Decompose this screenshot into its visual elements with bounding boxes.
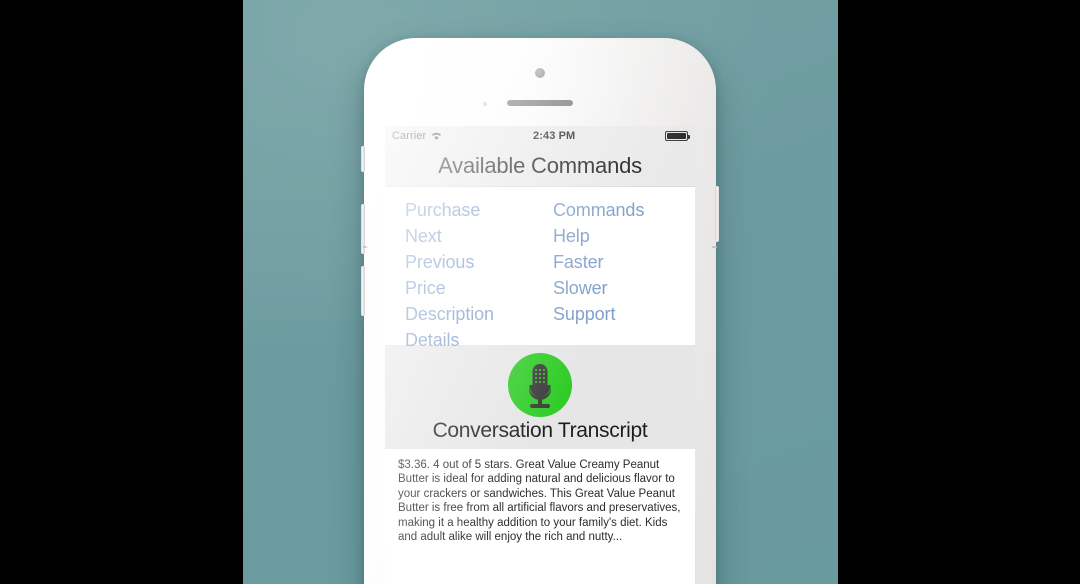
- screenshot-stage: Carrier 2:43 PM Available Commands Purch…: [0, 0, 1080, 584]
- volume-down-button[interactable]: [361, 266, 365, 316]
- letterbox-bar-right: [838, 0, 1080, 584]
- command-item-price[interactable]: Price: [405, 275, 547, 301]
- power-button[interactable]: [715, 186, 719, 242]
- command-item-help[interactable]: Help: [553, 223, 695, 249]
- antenna-band-left: [363, 246, 368, 248]
- conversation-transcript-header: Conversation Transcript: [385, 345, 695, 449]
- battery-full-icon: [665, 131, 690, 141]
- command-item-support[interactable]: Support: [553, 301, 695, 327]
- antenna-band-right: [712, 246, 717, 248]
- phone-screen: Carrier 2:43 PM Available Commands Purch…: [385, 126, 695, 584]
- earpiece-speaker: [507, 100, 573, 106]
- commands-column-right: Commands Help Faster Slower Support: [547, 197, 695, 335]
- transcript-section-title: Conversation Transcript: [432, 419, 648, 442]
- command-item-details[interactable]: Details: [405, 327, 547, 353]
- carrier-label: Carrier: [392, 130, 427, 142]
- status-bar: Carrier 2:43 PM: [385, 126, 695, 146]
- microphone-icon[interactable]: [508, 353, 572, 417]
- available-commands-panel: Purchase Next Previous Price Description…: [385, 187, 695, 350]
- mute-switch-button[interactable]: [361, 146, 365, 172]
- status-bar-left: Carrier: [392, 130, 443, 142]
- page-title: Available Commands: [438, 153, 642, 178]
- phone-device-frame: Carrier 2:43 PM Available Commands Purch…: [361, 38, 719, 584]
- front-camera-icon: [535, 68, 545, 78]
- command-item-previous[interactable]: Previous: [405, 249, 547, 275]
- command-item-commands[interactable]: Commands: [553, 197, 695, 223]
- command-item-next[interactable]: Next: [405, 223, 547, 249]
- battery-fill: [667, 133, 686, 139]
- proximity-sensor-icon: [483, 102, 487, 106]
- navigation-bar: Available Commands: [385, 146, 695, 187]
- status-bar-right: [665, 131, 690, 141]
- commands-column-left: Purchase Next Previous Price Description…: [385, 197, 547, 350]
- microphone-glyph: [529, 364, 551, 408]
- status-bar-time: 2:43 PM: [533, 130, 576, 142]
- letterbox-bar-left: [0, 0, 243, 584]
- command-item-purchase[interactable]: Purchase: [405, 197, 547, 223]
- command-item-faster[interactable]: Faster: [553, 249, 695, 275]
- command-item-description[interactable]: Description: [405, 301, 547, 327]
- wifi-icon: [432, 132, 442, 140]
- command-item-slower[interactable]: Slower: [553, 275, 695, 301]
- transcript-text: $3.36. 4 out of 5 stars. Great Value Cre…: [385, 449, 695, 555]
